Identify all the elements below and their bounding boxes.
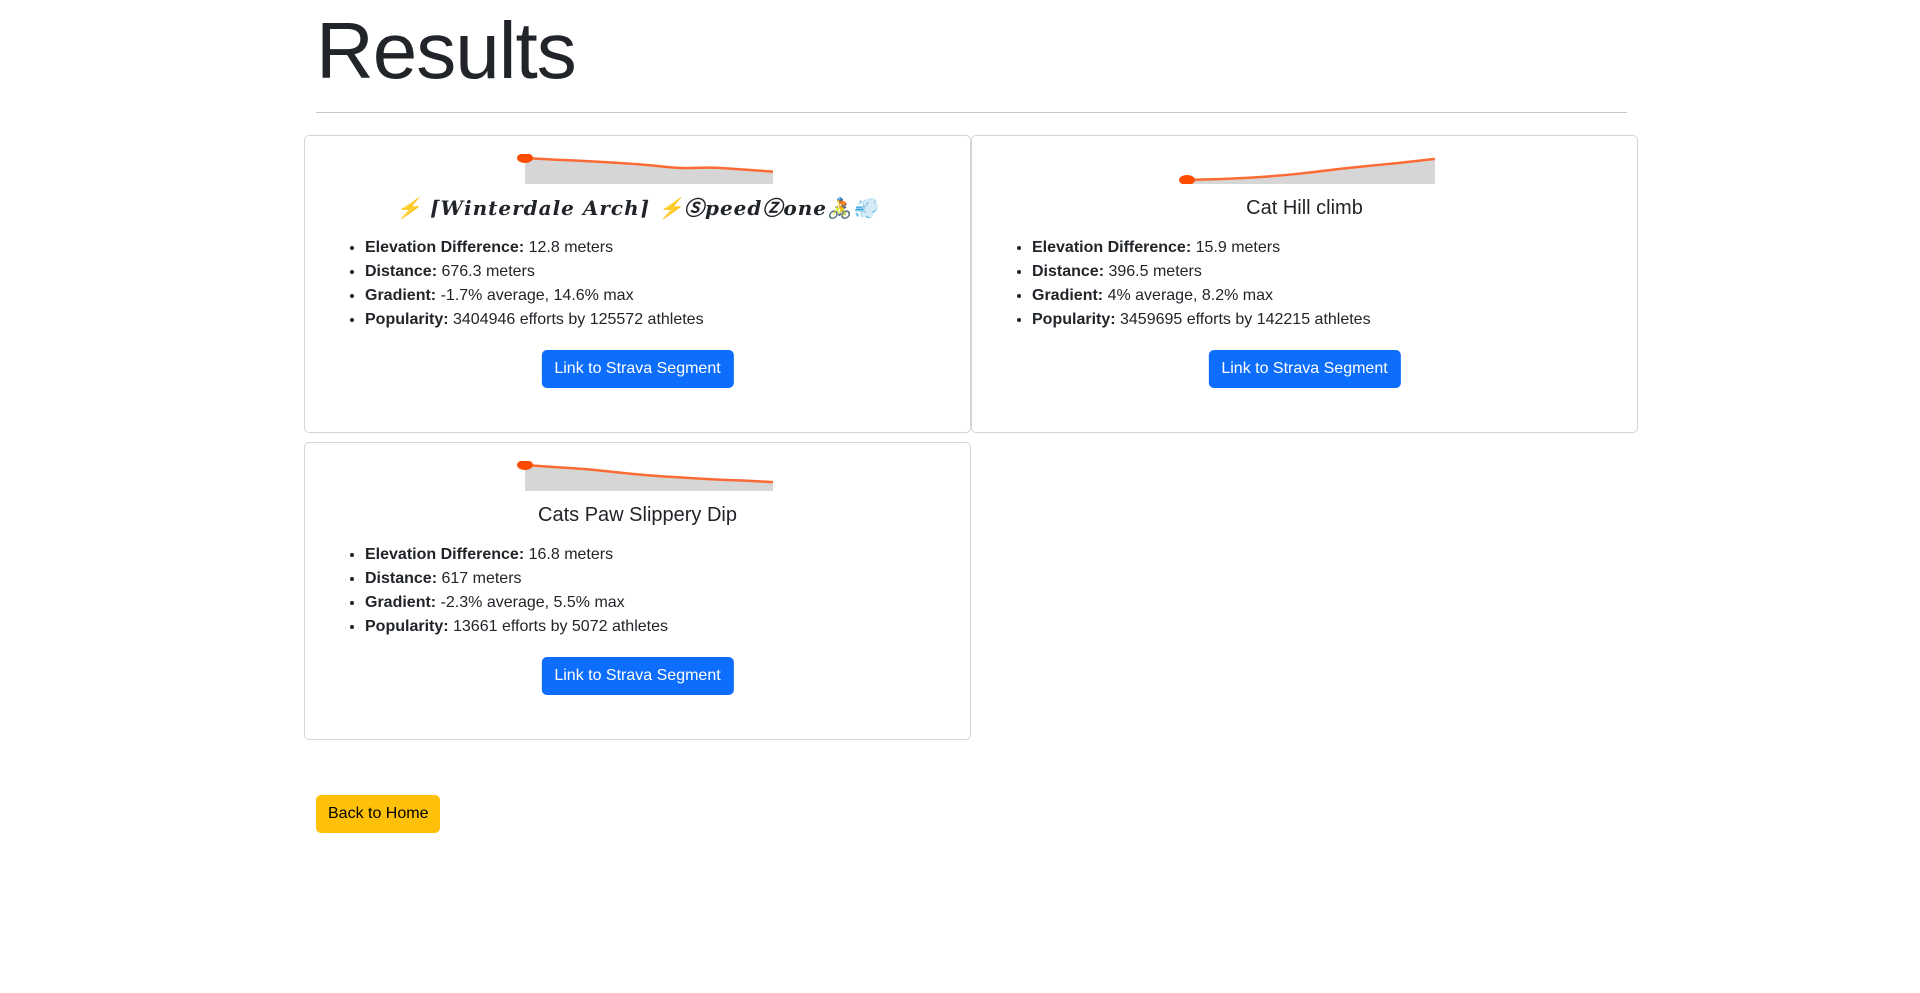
stat-value: 13661 efforts by 5072 athletes	[448, 618, 668, 635]
start-marker	[1179, 175, 1195, 184]
stat-label: Distance:	[1032, 263, 1105, 280]
segment-name: Cats Paw Slippery Dip	[538, 504, 737, 526]
segment-card: Cats Paw Slippery Dip Elevation Differen…	[304, 442, 971, 740]
title-divider	[316, 112, 1627, 113]
segment-card: Cat Hill climb Elevation Difference: 15.…	[971, 135, 1638, 433]
segment-card: ⚡️ ⌈𝑾𝒊𝒏𝒕𝒆𝒓𝒅𝒂𝒍𝒆 𝑨𝒓𝒄𝒉⌉ ⚡️ⓈpeedⓏone🚴💨 Eleva…	[304, 135, 971, 433]
stat-popularity: Popularity: 13661 efforts by 5072 athlet…	[365, 615, 668, 639]
stat-value: 396.5 meters	[1104, 263, 1202, 280]
segment-stats-list: Elevation Difference: 15.9 meters Distan…	[1012, 236, 1371, 332]
stat-elevation: Elevation Difference: 12.8 meters	[365, 236, 704, 260]
segment-name: Cat Hill climb	[1246, 197, 1363, 219]
stat-label: Elevation Difference:	[365, 239, 525, 256]
stat-label: Gradient:	[365, 287, 437, 304]
stat-value: -1.7% average, 14.6% max	[436, 287, 634, 304]
stat-gradient: Gradient: -2.3% average, 5.5% max	[365, 591, 668, 615]
stat-label: Popularity:	[365, 618, 449, 635]
elevation-profile-area	[525, 465, 773, 491]
stat-label: Gradient:	[365, 594, 437, 611]
stat-popularity: Popularity: 3404946 efforts by 125572 at…	[365, 308, 704, 332]
stat-elevation: Elevation Difference: 16.8 meters	[365, 543, 668, 567]
stat-distance: Distance: 396.5 meters	[1032, 260, 1371, 284]
strava-segment-link-button[interactable]: Link to Strava Segment	[1208, 350, 1401, 388]
stat-value: 16.8 meters	[524, 546, 614, 563]
stat-value: 3404946 efforts by 125572 athletes	[448, 311, 704, 328]
elevation-profile-chart	[517, 154, 773, 184]
elevation-profile-chart	[1179, 157, 1435, 184]
stat-value: 12.8 meters	[524, 239, 614, 256]
stat-distance: Distance: 676.3 meters	[365, 260, 704, 284]
stat-distance: Distance: 617 meters	[365, 567, 668, 591]
elevation-profile-area	[525, 158, 773, 184]
segment-stats-list: Elevation Difference: 12.8 meters Distan…	[345, 236, 704, 332]
stat-value: -2.3% average, 5.5% max	[436, 594, 625, 611]
stat-label: Popularity:	[365, 311, 449, 328]
strava-segment-link-button[interactable]: Link to Strava Segment	[541, 657, 734, 695]
stat-label: Elevation Difference:	[365, 546, 525, 563]
stat-value: 617 meters	[437, 570, 522, 587]
strava-segment-link-button[interactable]: Link to Strava Segment	[541, 350, 734, 388]
stat-label: Gradient:	[1032, 287, 1104, 304]
page-title: Results	[316, 6, 577, 95]
stat-label: Distance:	[365, 570, 438, 587]
segment-stats-list: Elevation Difference: 16.8 meters Distan…	[345, 543, 668, 639]
stat-value: 4% average, 8.2% max	[1103, 287, 1273, 304]
stat-value: 3459695 efforts by 142215 athletes	[1115, 311, 1371, 328]
segment-name: ⚡️ ⌈𝑾𝒊𝒏𝒕𝒆𝒓𝒅𝒂𝒍𝒆 𝑨𝒓𝒄𝒉⌉ ⚡️ⓈpeedⓏone🚴💨	[396, 196, 879, 220]
stat-value: 15.9 meters	[1191, 239, 1281, 256]
stat-gradient: Gradient: -1.7% average, 14.6% max	[365, 284, 704, 308]
stat-label: Popularity:	[1032, 311, 1116, 328]
stat-label: Elevation Difference:	[1032, 239, 1192, 256]
stat-popularity: Popularity: 3459695 efforts by 142215 at…	[1032, 308, 1371, 332]
stat-label: Distance:	[365, 263, 438, 280]
elevation-profile-chart	[517, 461, 773, 491]
stat-elevation: Elevation Difference: 15.9 meters	[1032, 236, 1371, 260]
stat-gradient: Gradient: 4% average, 8.2% max	[1032, 284, 1371, 308]
stat-value: 676.3 meters	[437, 263, 535, 280]
back-to-home-button[interactable]: Back to Home	[316, 795, 441, 833]
